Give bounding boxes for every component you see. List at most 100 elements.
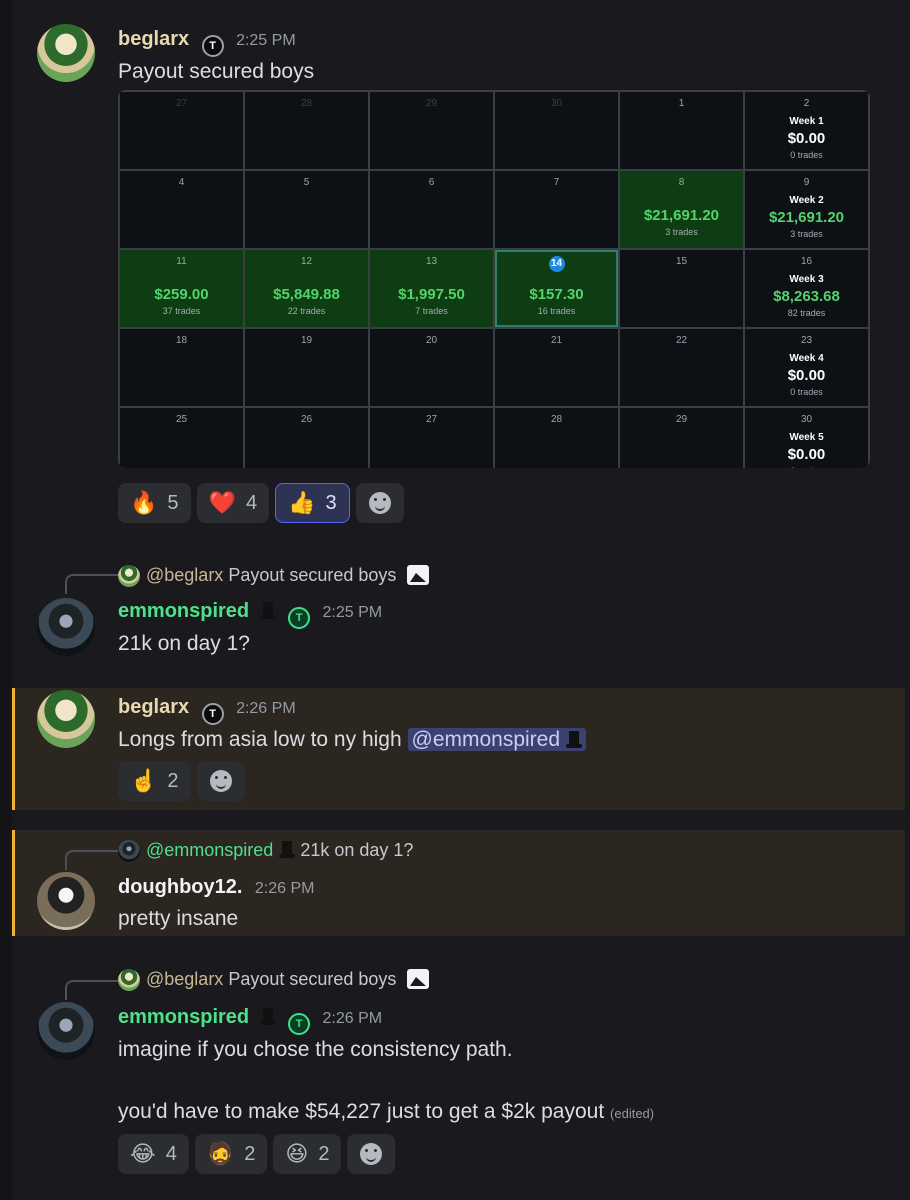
calendar-day-cell[interactable]: 29 — [620, 408, 743, 468]
avatar[interactable] — [37, 690, 95, 748]
add-reaction-button[interactable] — [196, 761, 245, 801]
week-amount: $0.00 — [787, 130, 826, 147]
day-number: 8 — [678, 177, 685, 188]
calendar-week-summary[interactable]: 2 Week 1 $0.00 0 trades — [745, 92, 868, 169]
calendar-day-cell[interactable]: 14 $157.30 16 trades — [495, 250, 618, 327]
day-trades: 3 trades — [665, 227, 698, 237]
reaction-joy[interactable]: 😂 4 — [118, 1134, 189, 1174]
calendar-day-cell[interactable]: 21 — [495, 329, 618, 406]
reaction-custom[interactable]: 🧔 2 — [194, 1134, 268, 1174]
week-amount: $0.00 — [787, 367, 826, 384]
calendar-day-cell[interactable]: 1 — [620, 92, 743, 169]
reply-preview[interactable]: @emmonspired 21k on day 1? — [118, 840, 414, 863]
day-number: 5 — [303, 177, 310, 188]
calendar-day-cell[interactable]: 12 $5,849.88 22 trades — [245, 250, 368, 327]
top-hat-icon — [566, 731, 583, 749]
username[interactable]: emmonspired — [118, 600, 249, 622]
calendar-day-cell[interactable]: 15 — [620, 250, 743, 327]
reply-connector — [65, 980, 123, 1000]
calendar-day-cell[interactable]: 27 — [370, 408, 493, 468]
calendar-week-summary[interactable]: 9 Week 2 $21,691.20 3 trades — [745, 171, 868, 248]
username[interactable]: beglarx — [118, 696, 189, 718]
reply-preview[interactable]: @beglarx Payout secured boys — [118, 565, 430, 588]
calendar-day-cell[interactable]: 26 — [245, 408, 368, 468]
calendar-day-cell[interactable]: 7 — [495, 171, 618, 248]
reaction-fire[interactable]: 🔥 5 — [118, 483, 191, 523]
top-hat-icon — [259, 602, 276, 620]
timestamp: 2:26 PM — [322, 1010, 383, 1027]
calendar-day-cell[interactable]: 29 — [370, 92, 493, 169]
calendar-day-cell[interactable]: 25 — [120, 408, 243, 468]
reply-preview[interactable]: @beglarx Payout secured boys — [118, 969, 430, 992]
reaction-laughing[interactable]: 😆 2 — [273, 1134, 342, 1174]
reaction-heart[interactable]: ❤️ 4 — [196, 483, 270, 523]
image-icon — [407, 969, 430, 989]
reaction-count: 2 — [244, 1142, 256, 1165]
calendar-day-cell[interactable]: 8 $21,691.20 3 trades — [620, 171, 743, 248]
top-hat-icon — [279, 841, 296, 859]
reply-username: @beglarx — [146, 565, 224, 585]
calendar-day-cell[interactable]: 19 — [245, 329, 368, 406]
day-number: 18 — [175, 335, 188, 346]
calendar-day-cell[interactable]: 11 $259.00 37 trades — [120, 250, 243, 327]
calendar-day-cell[interactable]: 28 — [495, 408, 618, 468]
server-badge-icon: T — [288, 607, 311, 629]
day-number: 11 — [176, 256, 187, 267]
reaction-thumbs-up[interactable]: 👍 3 — [275, 483, 350, 523]
calendar-week-summary[interactable]: 16 Week 3 $8,263.68 82 trades — [745, 250, 868, 327]
calendar-day-cell[interactable]: 22 — [620, 329, 743, 406]
avatar[interactable] — [37, 24, 95, 82]
day-number: 1 — [678, 98, 685, 109]
calendar-week-summary[interactable]: 23 Week 4 $0.00 0 trades — [745, 329, 868, 406]
day-trades: 37 trades — [162, 306, 201, 316]
calendar-image[interactable]: 27 28 29 30 1 2 Week 1 $0.00 0 trades 4 5 6 7 8 $21,69… — [118, 90, 870, 468]
avatar[interactable] — [37, 598, 95, 656]
message-text: Payout secured boys — [118, 60, 315, 83]
message-header: beglarx T 2:25 PM — [118, 28, 296, 57]
add-reaction-icon — [368, 492, 391, 514]
reply-avatar — [118, 840, 140, 863]
calendar-day-cell[interactable]: 6 — [370, 171, 493, 248]
calendar-day-cell[interactable]: 18 — [120, 329, 243, 406]
day-number: 23 — [800, 335, 813, 346]
reaction-count: 5 — [167, 491, 179, 514]
calendar-day-cell[interactable]: 30 — [495, 92, 618, 169]
avatar[interactable] — [37, 1002, 95, 1060]
message-header: emmonspired T 2:26 PM — [118, 1006, 382, 1035]
timestamp: 2:25 PM — [322, 604, 383, 621]
username[interactable]: emmonspired — [118, 1006, 249, 1028]
calendar-day-cell[interactable]: 28 — [245, 92, 368, 169]
server-badge-icon: T — [288, 1013, 311, 1035]
calendar-grid: 27 28 29 30 1 2 Week 1 $0.00 0 trades 4 5 6 7 8 $21,69… — [118, 90, 870, 468]
edited-label: (edited) — [610, 1106, 655, 1121]
username[interactable]: doughboy12. — [118, 876, 242, 898]
avatar[interactable] — [37, 872, 95, 930]
day-amount: $1,997.50 — [398, 286, 465, 303]
week-trades: 3 trades — [790, 229, 823, 239]
calendar-day-cell[interactable]: 5 — [245, 171, 368, 248]
reaction-count: 3 — [325, 491, 337, 514]
custom-emoji-icon: 🧔 — [206, 1141, 235, 1166]
reaction-count: 4 — [245, 491, 258, 514]
add-reaction-button[interactable] — [355, 483, 404, 523]
calendar-day-cell[interactable]: 13 $1,997.50 7 trades — [370, 250, 493, 327]
user-mention[interactable]: @emmonspired — [407, 728, 587, 751]
heart-icon: ❤️ — [208, 490, 236, 515]
week-label: Week 2 — [789, 195, 824, 206]
joy-icon: 😂 — [130, 1141, 156, 1166]
calendar-day-cell[interactable]: 20 — [370, 329, 493, 406]
reply-avatar — [118, 969, 140, 992]
add-reaction-icon — [360, 1143, 383, 1165]
day-number: 27 — [175, 98, 188, 109]
calendar-week-summary[interactable]: 30 Week 5 $0.00 0 trades — [745, 408, 868, 468]
reply-snippet: 21k on day 1? — [300, 840, 414, 860]
left-gutter — [0, 0, 12, 1200]
reactions: 😂 4 🧔 2 😆 2 — [118, 1134, 396, 1174]
reaction-point-up[interactable]: ☝️ 2 — [118, 761, 191, 801]
calendar-day-cell[interactable]: 27 — [120, 92, 243, 169]
calendar-day-cell[interactable]: 4 — [120, 171, 243, 248]
day-number: 2 — [803, 98, 810, 109]
day-trades: 16 trades — [537, 306, 576, 316]
add-reaction-button[interactable] — [347, 1134, 396, 1174]
username[interactable]: beglarx — [118, 28, 189, 50]
